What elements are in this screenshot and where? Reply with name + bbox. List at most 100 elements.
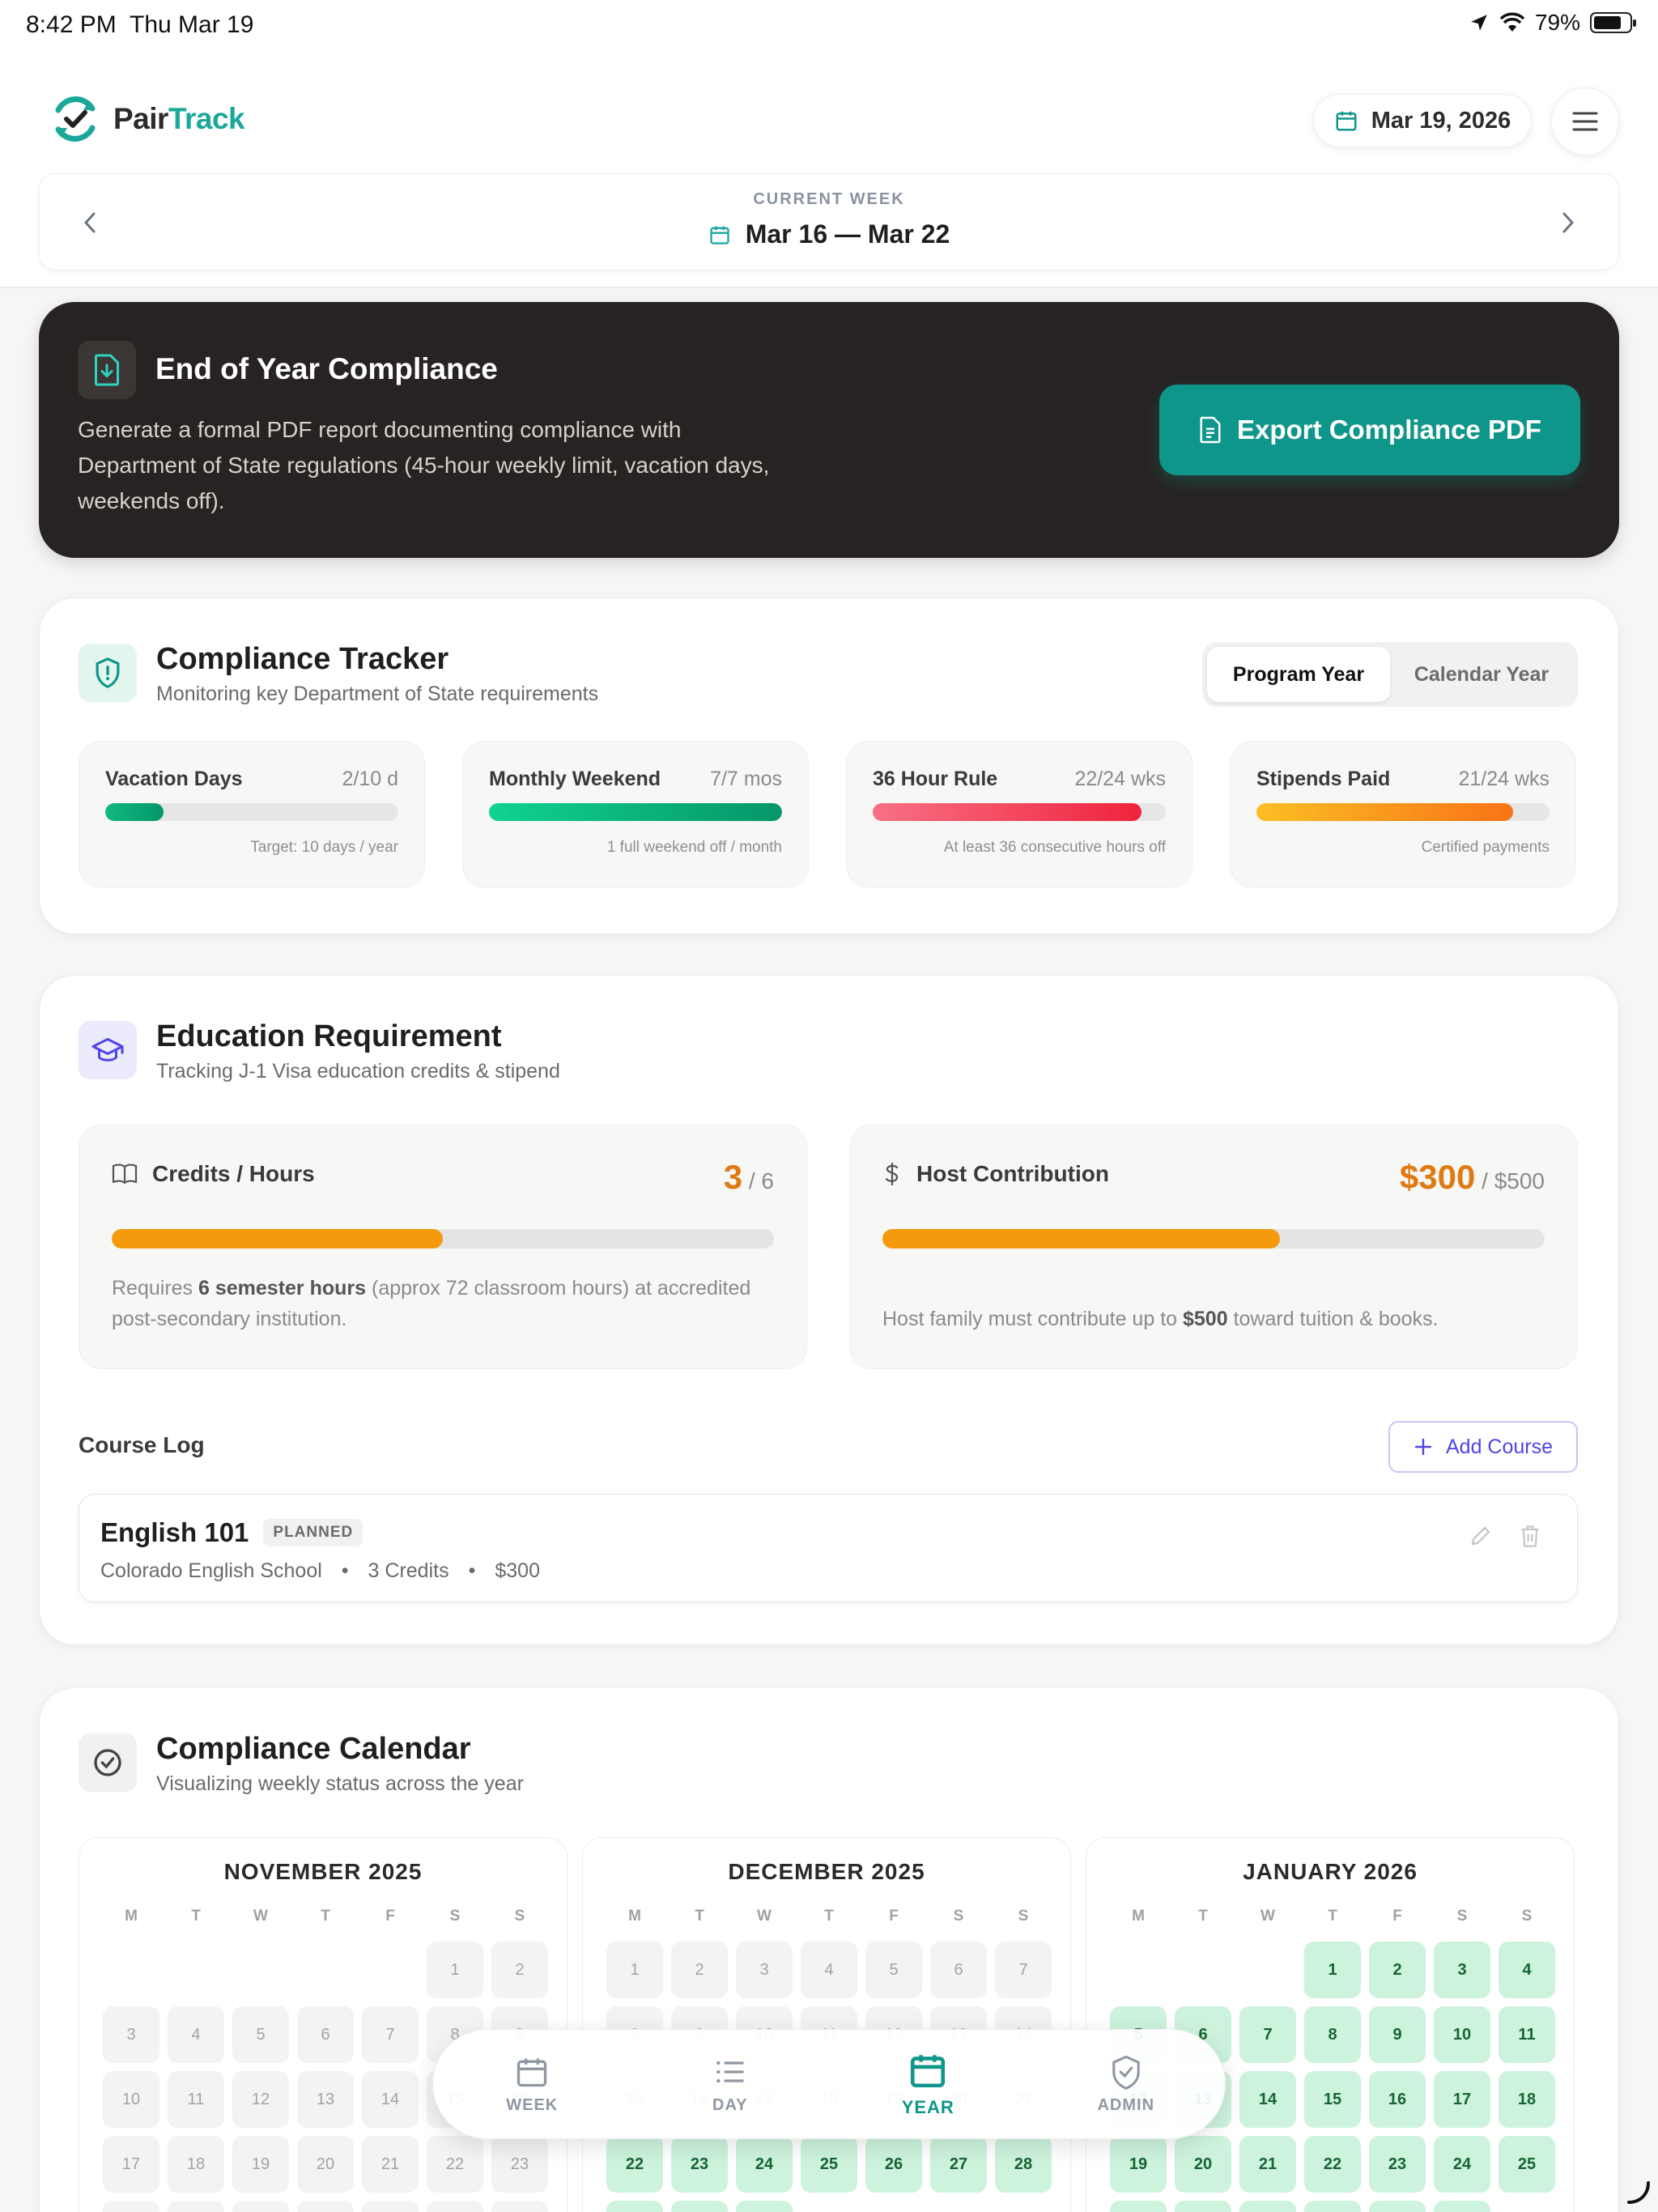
calendar-day[interactable]: 15 (1304, 2071, 1361, 2128)
export-pdf-button[interactable]: Export Compliance PDF (1159, 385, 1580, 475)
calendar-day[interactable]: 27 (297, 2201, 354, 2212)
calendar-day[interactable]: 14 (1239, 2071, 1296, 2128)
tracker-subtitle: Monitoring key Department of State requi… (156, 683, 599, 705)
calendar-day[interactable]: 25 (1499, 2136, 1555, 2193)
calendar-day[interactable]: 13 (297, 2071, 354, 2128)
add-course-button[interactable]: Add Course (1388, 1421, 1578, 1473)
metric-note: At least 36 consecutive hours off (943, 839, 1166, 856)
weekday-label: T (824, 1908, 834, 1925)
calendar-day[interactable]: 28 (1239, 2201, 1296, 2212)
calendar-day[interactable]: 3 (103, 2006, 159, 2063)
nav-week[interactable]: WEEK (451, 2054, 613, 2115)
metric-progress-track (489, 803, 782, 821)
calendar-day[interactable]: 6 (297, 2006, 354, 2063)
metric-stipends-paid[interactable]: Stipends Paid 21/24 wks Certified paymen… (1230, 741, 1576, 888)
month-november: NOVEMBER 2025 MTWTFSS 123456789101112131… (79, 1837, 568, 2212)
calendar-day[interactable]: 10 (103, 2071, 159, 2128)
calendar-day[interactable]: 20 (297, 2136, 354, 2193)
calendar-day[interactable]: 21 (362, 2136, 419, 2193)
calendar-day[interactable]: 11 (1499, 2006, 1555, 2063)
calendar-day[interactable]: 30 (1369, 2201, 1426, 2212)
calendar-day[interactable]: 3 (736, 1942, 793, 1998)
calendar-day[interactable]: 7 (362, 2006, 419, 2063)
date-picker-button[interactable]: Mar 19, 2026 (1313, 94, 1532, 147)
calendar-day[interactable]: 31 (736, 2201, 793, 2212)
calendar-day[interactable]: 18 (1499, 2071, 1555, 2128)
edit-course-button[interactable] (1469, 1524, 1493, 1552)
add-course-label: Add Course (1445, 1435, 1554, 1458)
calendar-day[interactable]: 4 (168, 2006, 224, 2063)
calendar-day[interactable]: 16 (1369, 2071, 1426, 2128)
calendar-day[interactable]: 2 (491, 1942, 548, 1998)
calendar-day[interactable]: 11 (168, 2071, 224, 2128)
calendar-day[interactable]: 31 (1434, 2201, 1490, 2212)
calendar-day[interactable]: 30 (491, 2201, 548, 2212)
calendar-day[interactable]: 25 (801, 2136, 857, 2193)
calendar-day[interactable]: 5 (865, 1942, 922, 1998)
metric-36-hour-rule[interactable]: 36 Hour Rule 22/24 wks At least 36 conse… (846, 741, 1192, 888)
nav-day[interactable]: DAY (649, 2054, 811, 2115)
calendar-day[interactable]: 12 (232, 2071, 289, 2128)
week-range: Mar 16 — Mar 22 (40, 219, 1618, 249)
calendar-day[interactable]: 29 (606, 2201, 663, 2212)
calendar-day[interactable]: 26 (865, 2136, 922, 2193)
nav-year[interactable]: YEAR (847, 2050, 1009, 2118)
calendar-day[interactable]: 22 (606, 2136, 663, 2193)
nav-admin[interactable]: ADMIN (1045, 2054, 1207, 2115)
calendar-day[interactable]: 26 (1110, 2201, 1167, 2212)
metric-monthly-weekend[interactable]: Monthly Weekend 7/7 mos 1 full weekend o… (462, 741, 809, 888)
calendar-icon (911, 2055, 946, 2088)
next-week-button[interactable] (1552, 206, 1584, 239)
calendar-day[interactable]: 23 (671, 2136, 728, 2193)
calendar-day[interactable]: 10 (1434, 2006, 1490, 2063)
calendar-day[interactable]: 1 (427, 1942, 483, 1998)
calendar-day[interactable]: 24 (736, 2136, 793, 2193)
calendar-day[interactable]: 29 (427, 2201, 483, 2212)
calendar-day[interactable]: 23 (491, 2136, 548, 2193)
calendar-day[interactable]: 24 (1434, 2136, 1490, 2193)
metric-vacation-days[interactable]: Vacation Days 2/10 d Target: 10 days / y… (79, 741, 425, 888)
calendar-day[interactable]: 2 (1369, 1942, 1426, 1998)
calendar-day[interactable]: 22 (427, 2136, 483, 2193)
calendar-day[interactable]: 3 (1434, 1942, 1490, 1998)
calendar-day[interactable]: 14 (362, 2071, 419, 2128)
toggle-program-year[interactable]: Program Year (1207, 647, 1390, 702)
calendar-day[interactable]: 17 (1434, 2071, 1490, 2128)
calendar-day[interactable]: 18 (168, 2136, 224, 2193)
calendar-day[interactable]: 7 (995, 1942, 1052, 1998)
calendar-day[interactable]: 8 (1304, 2006, 1361, 2063)
week-selector: CURRENT WEEK Mar 16 — Mar 22 (39, 173, 1619, 270)
calendar-day[interactable]: 20 (1175, 2136, 1231, 2193)
calendar-day[interactable]: 21 (1239, 2136, 1296, 2193)
calendar-day[interactable]: 29 (1304, 2201, 1361, 2212)
app-logo[interactable]: PairTrack (49, 92, 245, 146)
calendar-day[interactable]: 19 (1110, 2136, 1167, 2193)
calendar-day[interactable]: 28 (995, 2136, 1052, 2193)
calendar-day[interactable]: 27 (930, 2136, 987, 2193)
credits-total: / 6 (748, 1168, 774, 1193)
toggle-calendar-year[interactable]: Calendar Year (1390, 647, 1573, 702)
calendar-day[interactable]: 26 (232, 2201, 289, 2212)
course-item[interactable]: English 101 PLANNED Colorado English Sch… (79, 1494, 1578, 1602)
calendar-day[interactable]: 19 (232, 2136, 289, 2193)
calendar-day[interactable]: 7 (1239, 2006, 1296, 2063)
calendar-day[interactable]: 25 (168, 2201, 224, 2212)
calendar-day[interactable]: 17 (103, 2136, 159, 2193)
calendar-day[interactable]: 9 (1369, 2006, 1426, 2063)
calendar-day[interactable]: 4 (1499, 1942, 1555, 1998)
menu-button[interactable] (1551, 87, 1619, 155)
calendar-day[interactable]: 5 (232, 2006, 289, 2063)
calendar-day[interactable]: 28 (362, 2201, 419, 2212)
delete-course-button[interactable] (1519, 1524, 1541, 1552)
calendar-day[interactable]: 2 (671, 1942, 728, 1998)
calendar-day[interactable]: 30 (671, 2201, 728, 2212)
calendar-day[interactable]: 4 (801, 1942, 857, 1998)
host-note-bold: $500 (1182, 1308, 1228, 1330)
calendar-day[interactable]: 1 (606, 1942, 663, 1998)
calendar-day[interactable]: 23 (1369, 2136, 1426, 2193)
calendar-day[interactable]: 6 (930, 1942, 987, 1998)
calendar-day[interactable]: 27 (1175, 2201, 1231, 2212)
calendar-day[interactable]: 22 (1304, 2136, 1361, 2193)
calendar-day[interactable]: 1 (1304, 1942, 1361, 1998)
calendar-day[interactable]: 24 (103, 2201, 159, 2212)
